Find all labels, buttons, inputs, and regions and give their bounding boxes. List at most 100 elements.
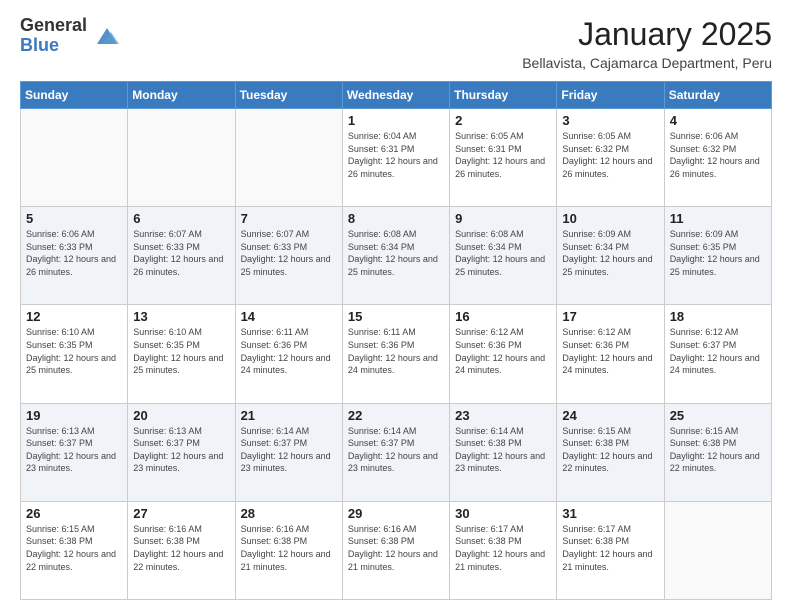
day-number: 31: [562, 506, 658, 521]
table-row: 15 Sunrise: 6:11 AM Sunset: 6:36 PM Dayli…: [342, 305, 449, 403]
day-number: 23: [455, 408, 551, 423]
day-info: Sunrise: 6:15 AM Sunset: 6:38 PM Dayligh…: [26, 523, 122, 573]
table-row: [128, 109, 235, 207]
title-block: January 2025 Bellavista, Cajamarca Depar…: [522, 16, 772, 71]
table-row: 7 Sunrise: 6:07 AM Sunset: 6:33 PM Daylig…: [235, 207, 342, 305]
col-sunday: Sunday: [21, 82, 128, 109]
table-row: 10Sunrise: 6:09 AM Sunset: 6:34 PM Dayli…: [557, 207, 664, 305]
table-row: 26 Sunrise: 6:15 AM Sunset: 6:38 PM Dayli…: [21, 501, 128, 599]
table-row: 22 Sunrise: 6:14 AM Sunset: 6:37 PM Dayli…: [342, 403, 449, 501]
table-row: 19 Sunrise: 6:13 AM Sunset: 6:37 PM Dayli…: [21, 403, 128, 501]
logo: General Blue: [20, 16, 121, 56]
day-info: Sunrise: 6:04 AM Sunset: 6:31 PM Dayligh…: [348, 130, 444, 180]
table-row: 3Sunrise: 6:05 AM Sunset: 6:32 PM Daylig…: [557, 109, 664, 207]
table-row: 17 Sunrise: 6:12 AM Sunset: 6:36 PM Dayli…: [557, 305, 664, 403]
day-info: Sunrise: 6:11 AM Sunset: 6:36 PM Dayligh…: [348, 326, 444, 376]
table-row: [235, 109, 342, 207]
header: General Blue January 2025 Bellavista, Ca…: [20, 16, 772, 71]
day-info: Sunrise: 6:17 AM Sunset: 6:38 PM Dayligh…: [455, 523, 551, 573]
day-number: 15: [348, 309, 444, 324]
day-info: Sunrise: 6:14 AM Sunset: 6:37 PM Dayligh…: [348, 425, 444, 475]
day-info: Sunrise: 6:12 AM Sunset: 6:36 PM Dayligh…: [562, 326, 658, 376]
table-row: 24Sunrise: 6:15 AM Sunset: 6:38 PM Dayli…: [557, 403, 664, 501]
day-info: Sunrise: 6:10 AM Sunset: 6:35 PM Dayligh…: [26, 326, 122, 376]
day-info: Sunrise: 6:15 AM Sunset: 6:38 PM Dayligh…: [670, 425, 766, 475]
table-row: 18 Sunrise: 6:12 AM Sunset: 6:37 PM Dayli…: [664, 305, 771, 403]
day-number: 1: [348, 113, 444, 128]
table-row: 25 Sunrise: 6:15 AM Sunset: 6:38 PM Dayli…: [664, 403, 771, 501]
table-row: 12 Sunrise: 6:10 AM Sunset: 6:35 PM Dayli…: [21, 305, 128, 403]
table-row: 30 Sunrise: 6:17 AM Sunset: 6:38 PM Dayli…: [450, 501, 557, 599]
table-row: 13 Sunrise: 6:10 AM Sunset: 6:35 PM Dayli…: [128, 305, 235, 403]
day-number: 3: [562, 113, 658, 128]
day-info: Sunrise: 6:16 AM Sunset: 6:38 PM Dayligh…: [241, 523, 337, 573]
day-number: 18: [670, 309, 766, 324]
table-row: 28 Sunrise: 6:16 AM Sunset: 6:38 PM Dayli…: [235, 501, 342, 599]
day-number: 20: [133, 408, 229, 423]
logo-icon: [93, 22, 121, 50]
day-number: 9: [455, 211, 551, 226]
day-info: Sunrise: 6:08 AM Sunset: 6:34 PM Dayligh…: [455, 228, 551, 278]
day-info: Sunrise: 6:15 AM Sunset: 6:38 PM Dayligh…: [562, 425, 658, 475]
day-number: 13: [133, 309, 229, 324]
day-info: Sunrise: 6:05 AM Sunset: 6:31 PM Dayligh…: [455, 130, 551, 180]
day-number: 2: [455, 113, 551, 128]
day-number: 30: [455, 506, 551, 521]
table-row: 1 Sunrise: 6:04 AM Sunset: 6:31 PM Daylig…: [342, 109, 449, 207]
table-row: 5 Sunrise: 6:06 AM Sunset: 6:33 PM Daylig…: [21, 207, 128, 305]
day-number: 5: [26, 211, 122, 226]
table-row: 27Sunrise: 6:16 AM Sunset: 6:38 PM Dayli…: [128, 501, 235, 599]
day-number: 12: [26, 309, 122, 324]
table-row: 31 Sunrise: 6:17 AM Sunset: 6:38 PM Dayli…: [557, 501, 664, 599]
day-info: Sunrise: 6:13 AM Sunset: 6:37 PM Dayligh…: [26, 425, 122, 475]
day-number: 17: [562, 309, 658, 324]
day-number: 19: [26, 408, 122, 423]
table-row: 4Sunrise: 6:06 AM Sunset: 6:32 PM Daylig…: [664, 109, 771, 207]
table-row: 23 Sunrise: 6:14 AM Sunset: 6:38 PM Dayli…: [450, 403, 557, 501]
day-info: Sunrise: 6:10 AM Sunset: 6:35 PM Dayligh…: [133, 326, 229, 376]
day-number: 6: [133, 211, 229, 226]
col-wednesday: Wednesday: [342, 82, 449, 109]
day-info: Sunrise: 6:11 AM Sunset: 6:36 PM Dayligh…: [241, 326, 337, 376]
day-number: 7: [241, 211, 337, 226]
day-number: 29: [348, 506, 444, 521]
table-row: [21, 109, 128, 207]
day-info: Sunrise: 6:09 AM Sunset: 6:35 PM Dayligh…: [670, 228, 766, 278]
day-info: Sunrise: 6:09 AM Sunset: 6:34 PM Dayligh…: [562, 228, 658, 278]
day-info: Sunrise: 6:12 AM Sunset: 6:37 PM Dayligh…: [670, 326, 766, 376]
day-info: Sunrise: 6:06 AM Sunset: 6:32 PM Dayligh…: [670, 130, 766, 180]
day-info: Sunrise: 6:14 AM Sunset: 6:37 PM Dayligh…: [241, 425, 337, 475]
day-number: 28: [241, 506, 337, 521]
table-row: 6 Sunrise: 6:07 AM Sunset: 6:33 PM Daylig…: [128, 207, 235, 305]
day-number: 22: [348, 408, 444, 423]
calendar-table: Sunday Monday Tuesday Wednesday Thursday…: [20, 81, 772, 600]
table-row: 20 Sunrise: 6:13 AM Sunset: 6:37 PM Dayli…: [128, 403, 235, 501]
table-row: 2 Sunrise: 6:05 AM Sunset: 6:31 PM Daylig…: [450, 109, 557, 207]
logo-text: General Blue: [20, 16, 87, 56]
day-info: Sunrise: 6:08 AM Sunset: 6:34 PM Dayligh…: [348, 228, 444, 278]
col-friday: Friday: [557, 82, 664, 109]
col-saturday: Saturday: [664, 82, 771, 109]
day-number: 25: [670, 408, 766, 423]
day-info: Sunrise: 6:07 AM Sunset: 6:33 PM Dayligh…: [133, 228, 229, 278]
day-info: Sunrise: 6:06 AM Sunset: 6:33 PM Dayligh…: [26, 228, 122, 278]
col-tuesday: Tuesday: [235, 82, 342, 109]
col-monday: Monday: [128, 82, 235, 109]
logo-general: General: [20, 16, 87, 36]
col-thursday: Thursday: [450, 82, 557, 109]
day-info: Sunrise: 6:17 AM Sunset: 6:38 PM Dayligh…: [562, 523, 658, 573]
day-number: 26: [26, 506, 122, 521]
day-number: 14: [241, 309, 337, 324]
table-row: 14 Sunrise: 6:11 AM Sunset: 6:36 PM Dayli…: [235, 305, 342, 403]
day-number: 16: [455, 309, 551, 324]
calendar-header-row: Sunday Monday Tuesday Wednesday Thursday…: [21, 82, 772, 109]
day-info: Sunrise: 6:13 AM Sunset: 6:37 PM Dayligh…: [133, 425, 229, 475]
day-info: Sunrise: 6:07 AM Sunset: 6:33 PM Dayligh…: [241, 228, 337, 278]
month-title: January 2025: [522, 16, 772, 53]
day-info: Sunrise: 6:14 AM Sunset: 6:38 PM Dayligh…: [455, 425, 551, 475]
table-row: 9 Sunrise: 6:08 AM Sunset: 6:34 PM Daylig…: [450, 207, 557, 305]
location-subtitle: Bellavista, Cajamarca Department, Peru: [522, 55, 772, 71]
table-row: 16Sunrise: 6:12 AM Sunset: 6:36 PM Dayli…: [450, 305, 557, 403]
table-row: 21Sunrise: 6:14 AM Sunset: 6:37 PM Dayli…: [235, 403, 342, 501]
day-number: 11: [670, 211, 766, 226]
